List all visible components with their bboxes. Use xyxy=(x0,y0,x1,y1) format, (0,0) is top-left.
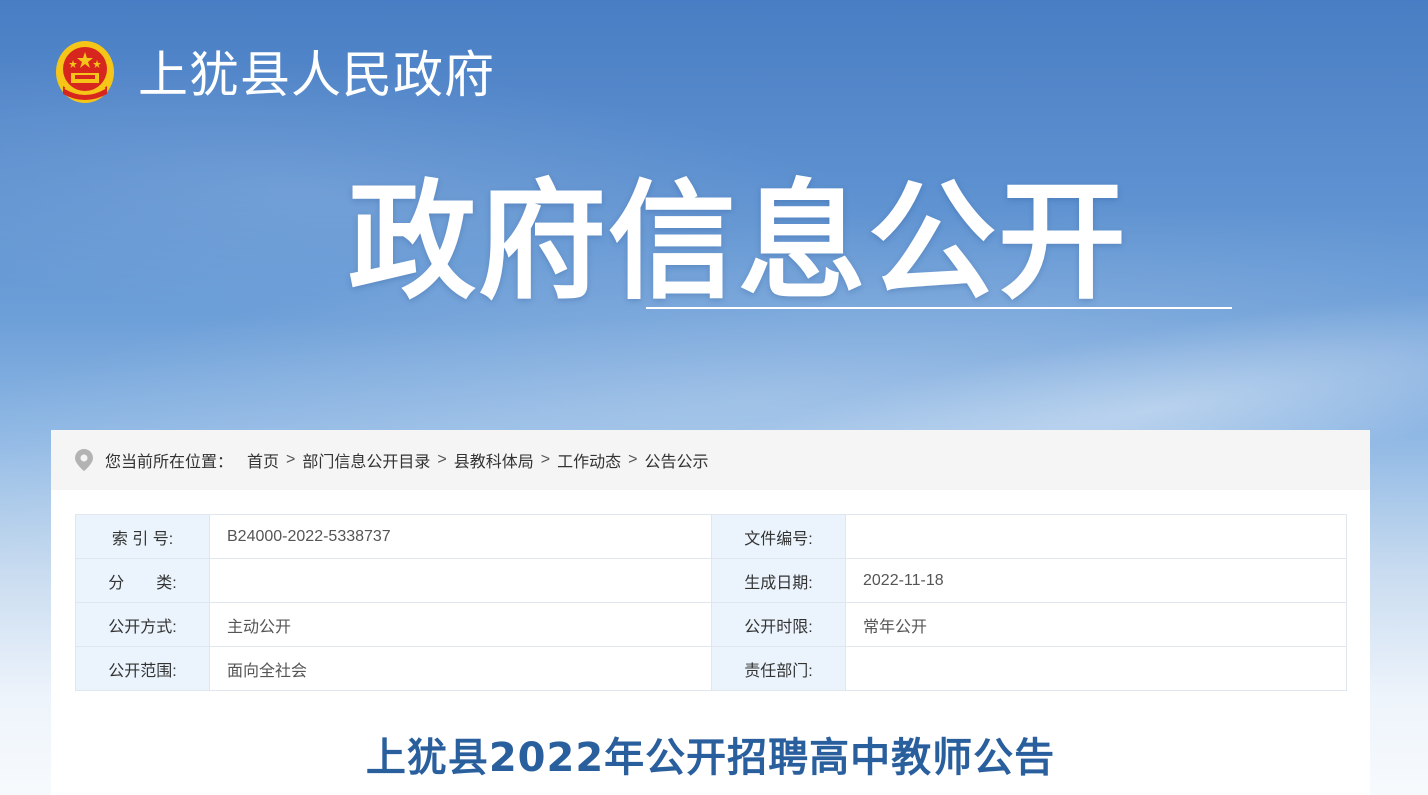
meta-label: 公开范围: xyxy=(75,646,210,691)
table-row: 分 类: 生成日期: 2022-11-18 xyxy=(75,558,1347,603)
meta-value: 主动公开 xyxy=(209,602,712,647)
meta-value: 常年公开 xyxy=(845,602,1347,647)
meta-label: 分 类: xyxy=(75,558,210,603)
breadcrumb-prefix: 您当前所在位置： xyxy=(105,454,234,471)
breadcrumb-separator: > xyxy=(437,451,447,468)
table-row: 公开范围: 面向全社会 责任部门: xyxy=(75,646,1347,691)
breadcrumb-work-news[interactable]: 工作动态 xyxy=(557,448,621,472)
table-row: 公开方式: 主动公开 公开时限: 常年公开 xyxy=(75,602,1347,647)
site-title[interactable]: 上犹县人民政府 xyxy=(138,42,495,108)
breadcrumb: 您当前所在位置： 首页 > 部门信息公开目录 > 县教科体局 > 工作动态 > … xyxy=(51,430,1370,490)
meta-value xyxy=(845,646,1347,691)
metadata-table: 索 引 号: B24000-2022-5338737 文件编号: 分 类: 生成… xyxy=(75,514,1347,691)
meta-label: 责任部门: xyxy=(711,646,846,691)
national-emblem-icon[interactable] xyxy=(55,40,115,104)
banner-title: 政府信息公开 xyxy=(348,168,1129,317)
breadcrumb-dept-catalog[interactable]: 部门信息公开目录 xyxy=(302,448,430,472)
meta-label: 生成日期: xyxy=(711,558,846,603)
page: 上犹县人民政府 政府信息公开 您当前所在位置： 首页 > 部门信息公开目录 > … xyxy=(0,0,1428,795)
breadcrumb-separator: > xyxy=(540,451,551,468)
meta-value: B24000-2022-5338737 xyxy=(209,514,712,559)
table-row: 索 引 号: B24000-2022-5338737 文件编号: xyxy=(75,514,1347,559)
meta-label: 文件编号: xyxy=(711,514,846,559)
banner-underline xyxy=(646,307,1232,309)
meta-value xyxy=(845,514,1347,559)
article-title: 上犹县2022年公开招聘高中教师公告 xyxy=(365,735,1056,781)
breadcrumb-education-bureau[interactable]: 县教科体局 xyxy=(454,448,534,472)
breadcrumb-separator: > xyxy=(628,451,638,468)
breadcrumb-home[interactable]: 首页 xyxy=(247,448,279,472)
meta-value: 2022-11-18 xyxy=(845,558,1347,603)
meta-label: 公开时限: xyxy=(711,602,846,647)
meta-label: 公开方式: xyxy=(75,602,210,647)
content-panel: 您当前所在位置： 首页 > 部门信息公开目录 > 县教科体局 > 工作动态 > … xyxy=(51,430,1370,795)
meta-value: 面向全社会 xyxy=(209,646,712,691)
meta-label: 索 引 号: xyxy=(75,514,210,559)
location-pin-icon xyxy=(75,449,93,471)
breadcrumb-announcements[interactable]: 公告公示 xyxy=(644,448,708,472)
meta-value xyxy=(209,558,712,603)
breadcrumb-separator: > xyxy=(286,451,296,468)
